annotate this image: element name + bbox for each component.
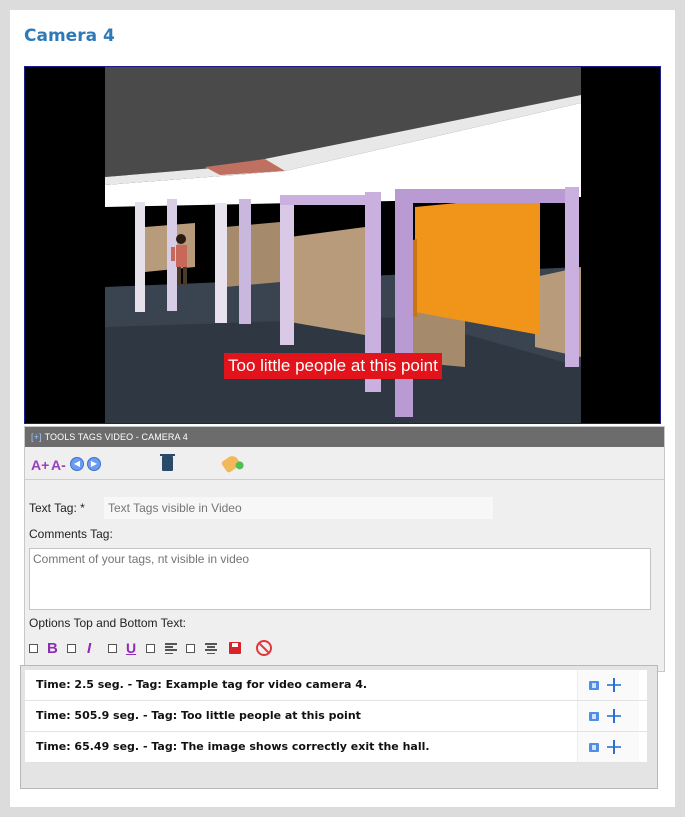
video-player[interactable]: Too little people at this point: [24, 66, 661, 424]
align-left-checkbox[interactable]: [146, 644, 155, 653]
save-icon[interactable]: [229, 642, 241, 654]
play-icon[interactable]: [589, 743, 599, 752]
play-icon[interactable]: [589, 681, 599, 690]
clear-icon[interactable]: [256, 640, 272, 656]
video-overlay-tag: Too little people at this point: [224, 353, 442, 379]
tag-row[interactable]: Time: 65.49 seg. - Tag: The image shows …: [25, 732, 647, 763]
jump-to-icon[interactable]: [607, 709, 621, 723]
comments-label: Comments Tag:: [29, 527, 113, 541]
bold-checkbox[interactable]: [29, 644, 38, 653]
comments-textarea[interactable]: [29, 548, 651, 610]
italic-icon[interactable]: I: [87, 640, 91, 657]
tools-header-label: TOOLS TAGS VIDEO - CAMERA 4: [44, 432, 188, 442]
tools-header[interactable]: [+] TOOLS TAGS VIDEO - CAMERA 4: [25, 427, 664, 447]
text-options-toolbar: B I U: [29, 640, 329, 658]
underline-checkbox[interactable]: [108, 644, 117, 653]
tag-row-text: Time: 505.9 seg. - Tag: Too little peopl…: [36, 709, 361, 722]
text-tag-label: Text Tag: *: [29, 501, 85, 515]
font-increase-icon[interactable]: A+: [31, 457, 49, 473]
options-label: Options Top and Bottom Text:: [29, 616, 186, 630]
underline-icon[interactable]: U: [126, 640, 136, 656]
align-center-checkbox[interactable]: [186, 644, 195, 653]
tools-panel: [+] TOOLS TAGS VIDEO - CAMERA 4 A+ A- ◀ ▶…: [24, 426, 665, 672]
tags-list: Time: 2.5 seg. - Tag: Example tag for vi…: [20, 665, 658, 789]
text-tag-input[interactable]: [104, 497, 493, 519]
font-decrease-icon[interactable]: A-: [51, 457, 66, 473]
tag-icon[interactable]: [220, 453, 242, 474]
tag-row-text: Time: 2.5 seg. - Tag: Example tag for vi…: [36, 678, 368, 691]
trash-icon[interactable]: [160, 454, 175, 471]
video-toolbar: A+ A- ◀ ▶: [25, 447, 664, 480]
tag-row-actions: [577, 732, 639, 762]
play-icon[interactable]: [589, 712, 599, 721]
tag-row-text: Time: 65.49 seg. - Tag: The image shows …: [36, 740, 430, 753]
tag-row-actions: [577, 701, 639, 731]
italic-checkbox[interactable]: [67, 644, 76, 653]
previous-icon[interactable]: ◀: [70, 457, 84, 471]
expand-icon[interactable]: [+]: [31, 432, 42, 442]
tag-row-actions: [577, 670, 639, 700]
next-icon[interactable]: ▶: [87, 457, 101, 471]
bold-icon[interactable]: B: [47, 640, 58, 657]
tag-row[interactable]: Time: 505.9 seg. - Tag: Too little peopl…: [25, 701, 647, 732]
align-center-icon[interactable]: [205, 643, 217, 655]
tag-row[interactable]: Time: 2.5 seg. - Tag: Example tag for vi…: [25, 670, 647, 701]
jump-to-icon[interactable]: [607, 740, 621, 754]
align-left-icon[interactable]: [165, 643, 177, 655]
jump-to-icon[interactable]: [607, 678, 621, 692]
camera-title: Camera 4: [24, 26, 115, 46]
